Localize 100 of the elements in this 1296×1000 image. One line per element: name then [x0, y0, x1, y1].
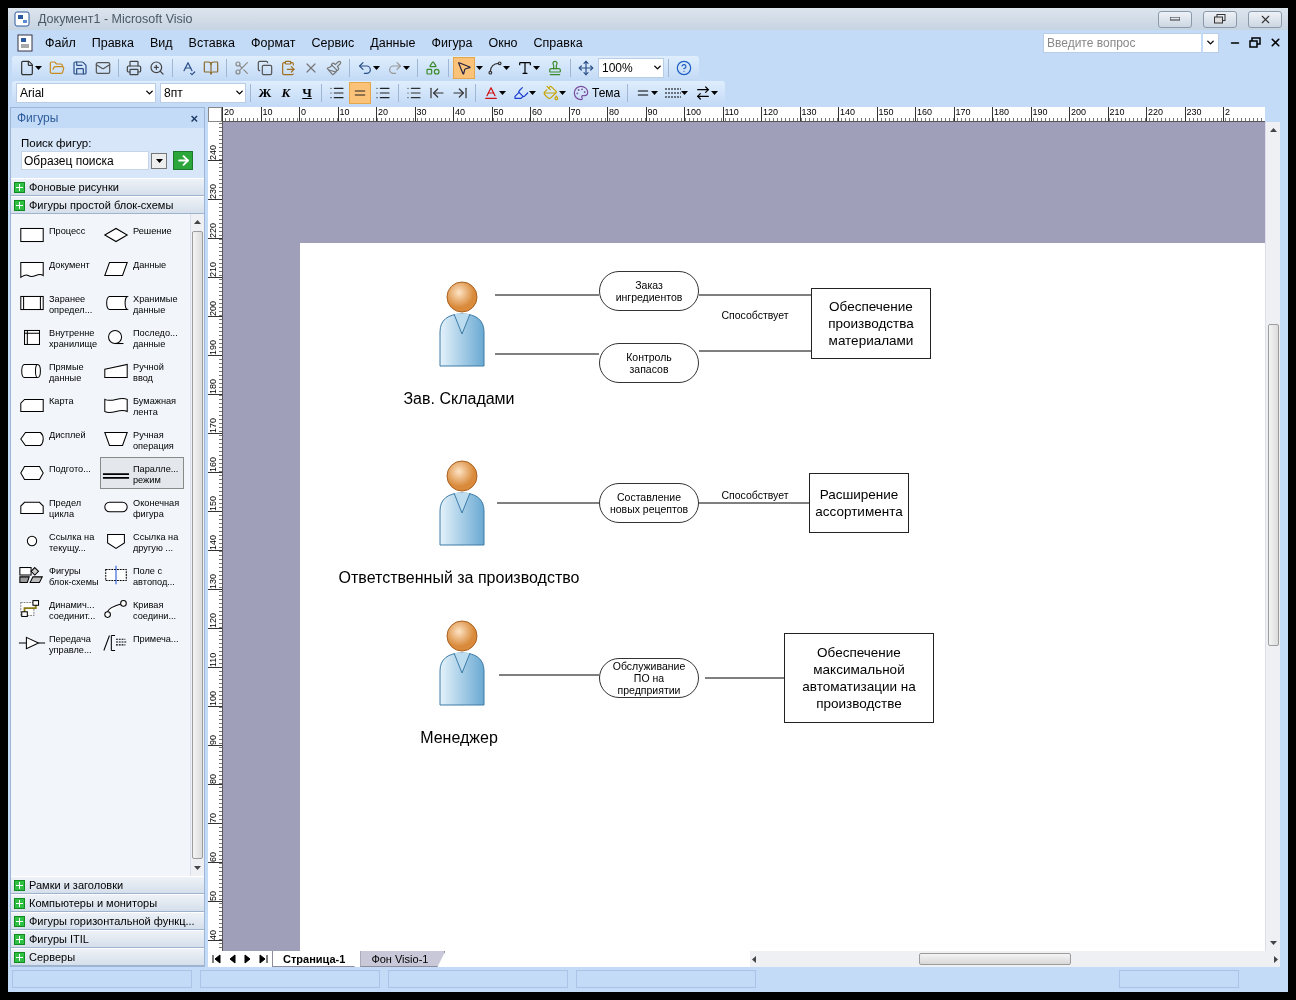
arrow-icon — [175, 153, 191, 168]
help-search-field[interactable]: Введите вопрос — [1043, 32, 1201, 53]
scroll-thumb[interactable] — [192, 231, 203, 859]
shapes-icon — [425, 59, 441, 76]
expand-grid-icon — [14, 879, 25, 891]
brush-icon — [326, 59, 342, 76]
ruler-label: 160 — [915, 107, 954, 121]
italic-button[interactable]: К — [276, 81, 296, 104]
restore-button[interactable] — [1203, 10, 1237, 28]
ruler-label: 180 — [208, 356, 222, 395]
undo-icon — [357, 59, 373, 76]
menu-item[interactable]: Сервис — [304, 33, 362, 52]
scroll-thumb[interactable] — [919, 953, 1071, 965]
goal-node: Обеспечение производства материалами — [811, 288, 931, 359]
menu-item[interactable]: Вид — [142, 33, 180, 52]
goal-node: Расширение ассортимента — [809, 473, 909, 533]
dropdown-button[interactable] — [151, 152, 167, 169]
shape-search-field[interactable]: Образец поиска — [21, 151, 149, 170]
ruler-label: 200 — [1069, 107, 1108, 121]
menu-item[interactable]: Формат — [244, 33, 303, 52]
align-center-button[interactable] — [349, 81, 371, 104]
shapes-icon — [18, 564, 46, 585]
window-title: Документ1 - Microsoft Visio — [38, 12, 194, 26]
minimize-button[interactable] — [1158, 10, 1192, 28]
ruler-label: 190 — [1030, 107, 1069, 121]
scrollbar[interactable] — [190, 214, 204, 876]
page-tab[interactable]: Фон Visio-1 — [360, 951, 446, 967]
redo-icon — [387, 59, 403, 76]
stencil-category[interactable]: Фигуры ITIL — [11, 930, 204, 948]
scroll-down-icon[interactable] — [1268, 938, 1278, 947]
stencil-category[interactable]: Серверы — [11, 948, 204, 966]
caret-icon — [503, 65, 510, 70]
ruler-label: 200 — [208, 278, 222, 317]
task-node: Заказ ингредиентов — [599, 271, 699, 311]
close-button[interactable] — [1248, 10, 1282, 28]
stencil-category[interactable]: Фигуры горизонтальной функц... — [11, 912, 204, 930]
ruler-label: 30 — [414, 107, 453, 121]
ruler-label: 190 — [208, 317, 222, 356]
menu-item[interactable]: Файл — [38, 33, 83, 52]
theme-button[interactable]: Тема — [570, 81, 624, 104]
menu-item[interactable]: Окно — [481, 33, 525, 52]
restore-icon — [1214, 14, 1226, 24]
connector-icon — [487, 59, 503, 76]
scroll-left-icon[interactable] — [750, 954, 759, 964]
nav-arrow-icon — [259, 954, 269, 964]
ruler-label: 10 — [337, 107, 376, 121]
menu-item[interactable]: Справка — [526, 33, 590, 52]
close-button[interactable]: × — [190, 110, 198, 126]
caret-icon — [476, 65, 483, 70]
file-icon — [19, 59, 35, 76]
scroll-right-icon[interactable] — [1271, 954, 1280, 964]
expand-grid-icon — [14, 181, 25, 193]
search-label: Поиск фигур: — [21, 137, 93, 149]
bold-button[interactable]: Ж — [255, 81, 275, 104]
caret-icon — [681, 90, 689, 95]
ruler-label: 110 — [722, 107, 761, 121]
pointer-tool[interactable] — [453, 56, 475, 79]
role-label: Менеджер — [420, 729, 498, 747]
menu-item[interactable]: Фигура — [424, 33, 480, 52]
expand-grid-icon — [14, 915, 25, 927]
task-node: Обслуживание ПО на предприятии — [599, 658, 699, 698]
restore-icon[interactable] — [1249, 37, 1261, 48]
stencil-category[interactable]: Компьютеры и мониторы — [11, 894, 204, 912]
menu-item[interactable]: Вставка — [181, 33, 243, 52]
font-field[interactable]: Arial — [16, 82, 156, 103]
stencil-category[interactable]: Рамки и заголовки — [11, 876, 204, 894]
stencil-category[interactable]: Фигуры простой блок-схемы — [11, 196, 204, 214]
underline-button[interactable]: Ч — [297, 81, 317, 104]
close-icon[interactable] — [1269, 36, 1282, 49]
scroll-up-icon[interactable] — [193, 218, 202, 227]
caret-icon — [499, 90, 506, 95]
menu-item[interactable]: Данные — [363, 33, 423, 52]
scroll-down-icon[interactable] — [193, 863, 202, 872]
caret-icon — [403, 65, 410, 70]
scroll-thumb[interactable] — [1267, 324, 1279, 646]
caret-icon — [373, 65, 380, 70]
stencil-shape[interactable]: Паралле... режим — [100, 457, 184, 489]
ruler-label: 150 — [876, 107, 915, 121]
zoom-field[interactable]: 100% — [598, 57, 664, 78]
ruler-label: 40 — [208, 902, 222, 941]
search-button[interactable] — [173, 151, 193, 170]
expand-grid-icon — [14, 933, 25, 945]
font-size-field[interactable]: 8пт — [160, 82, 246, 103]
task-node: Составление новых рецептов — [599, 483, 699, 523]
ruler-label: 40 — [453, 107, 492, 121]
stencil-category[interactable]: Фоновые рисунки — [11, 178, 204, 196]
dropdown-button[interactable] — [1203, 32, 1219, 53]
dropdown-icon — [652, 62, 663, 73]
scrollbar[interactable] — [1265, 122, 1280, 951]
printer-icon — [126, 59, 142, 76]
menu-item[interactable]: Правка — [84, 33, 141, 52]
scroll-up-icon[interactable] — [1268, 126, 1278, 135]
role-label: Зав. Складами — [403, 390, 515, 408]
caret-icon — [559, 90, 566, 95]
app-icon — [14, 11, 30, 27]
scrollbar[interactable] — [750, 951, 1280, 967]
ruler-label: 20 — [376, 107, 415, 121]
ruler-label: 2 — [1223, 107, 1262, 121]
ruler-label: 100 — [208, 668, 222, 707]
ruler-label: 90 — [208, 707, 222, 746]
